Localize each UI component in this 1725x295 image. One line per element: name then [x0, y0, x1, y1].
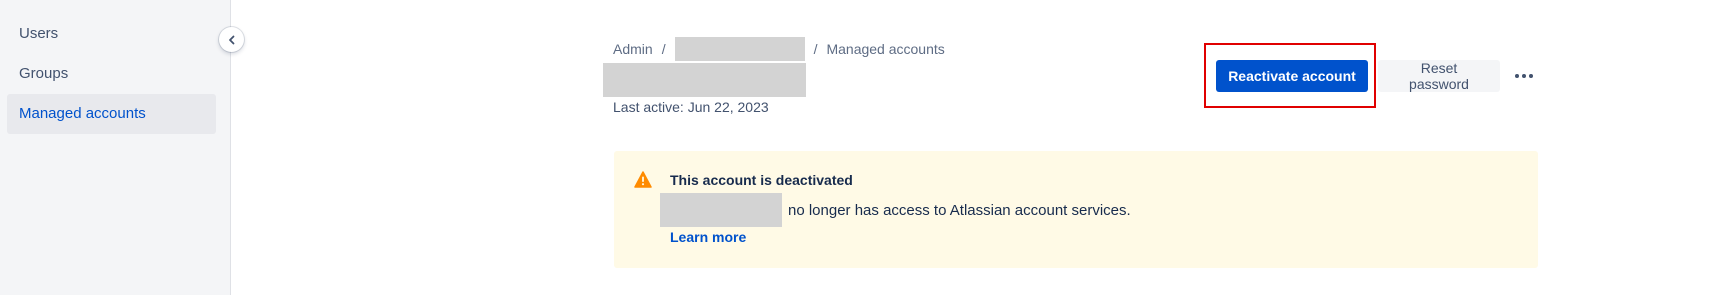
- breadcrumb-separator: /: [813, 41, 818, 57]
- learn-more-link[interactable]: Learn more: [670, 229, 746, 245]
- sidebar: Users Groups Managed accounts: [0, 0, 231, 295]
- sidebar-item-users[interactable]: Users: [7, 14, 216, 54]
- breadcrumb-separator: /: [661, 41, 666, 57]
- sidebar-item-label: Users: [19, 25, 59, 42]
- breadcrumb-admin[interactable]: Admin: [613, 41, 653, 57]
- more-horizontal-icon: [1522, 74, 1526, 78]
- breadcrumb-redacted-user[interactable]: [674, 37, 805, 61]
- page: Users Groups Managed accounts Admin / / …: [0, 0, 1725, 295]
- reactivate-account-button[interactable]: Reactivate account: [1216, 60, 1368, 92]
- redacted-username: [660, 193, 782, 227]
- more-horizontal-icon: [1529, 74, 1533, 78]
- banner-message-text: no longer has access to Atlassian accoun…: [788, 201, 1131, 219]
- last-active-text: Last active: Jun 22, 2023: [613, 99, 769, 115]
- page-title-redacted: [603, 63, 806, 97]
- reset-password-button[interactable]: Reset password: [1378, 60, 1500, 92]
- breadcrumb-managed-accounts[interactable]: Managed accounts: [826, 41, 944, 57]
- action-bar: Reactivate account Reset password: [1216, 60, 1540, 92]
- sidebar-item-managed-accounts[interactable]: Managed accounts: [7, 94, 216, 134]
- chevron-left-icon: [228, 35, 234, 44]
- collapse-sidebar-button[interactable]: [219, 27, 244, 52]
- more-horizontal-icon: [1515, 74, 1519, 78]
- banner-title: This account is deactivated: [670, 172, 853, 188]
- banner-message: no longer has access to Atlassian accoun…: [660, 193, 1131, 227]
- sidebar-item-label: Groups: [19, 65, 69, 82]
- breadcrumb: Admin / / Managed accounts: [613, 37, 945, 61]
- more-actions-button[interactable]: [1508, 60, 1540, 92]
- warning-icon: [634, 171, 652, 188]
- sidebar-item-label: Managed accounts: [19, 105, 146, 122]
- deactivated-warning-banner: This account is deactivated no longer ha…: [614, 151, 1538, 268]
- sidebar-item-groups[interactable]: Groups: [7, 54, 216, 94]
